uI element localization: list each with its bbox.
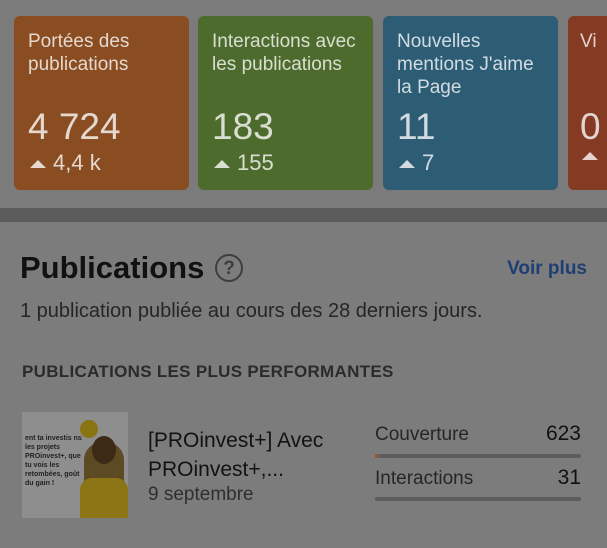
interactions-progress-bar [375,497,581,501]
arrow-up-icon [214,160,230,168]
card-label: Interactions avec les publications [212,31,356,75]
metric-label: Couverture [375,424,469,445]
metric-label: Interactions [375,468,474,489]
card-delta: 4,4 k [30,150,101,176]
coverage-progress-bar [375,454,581,458]
card-label: Portées des publications [28,31,130,75]
progress-fill [375,454,380,458]
card-delta: 155 [214,150,274,176]
metric-value: 623 [545,422,581,445]
post-thumbnail[interactable]: ent ta investis ns les projets PROinvest… [22,412,128,518]
card-label: Nouvelles mentions J'aime la Page [397,31,534,98]
metrics-header: Portées des publications 4 724 4,4 k Int… [0,0,607,208]
publications-section: Publications ? Voir plus 1 publication p… [0,222,607,548]
section-title: Publications [20,250,205,285]
arrow-up-icon [399,160,415,168]
section-subtitle: 1 publication publiée au cours des 28 de… [20,300,483,322]
card-value: 11 [397,106,436,147]
thumbnail-caption: ent ta investis ns les projets PROinvest… [25,435,82,487]
post-title[interactable]: [PROinvest+] Avec PROinvest+,... [148,426,358,484]
card-label: Vi [580,31,597,52]
interactions-card[interactable]: Interactions avec les publications 183 1… [198,16,373,190]
arrow-up-icon [582,152,598,160]
post-date: 9 septembre [148,484,254,505]
card-delta [582,150,605,160]
card-value: 183 [212,106,274,147]
person-head [92,436,116,464]
partial-card[interactable]: Vi 0 [568,16,607,190]
card-value: 0 [580,106,601,147]
see-more-link[interactable]: Voir plus [507,258,587,280]
reach-card[interactable]: Portées des publications 4 724 4,4 k [14,16,189,190]
top-posts-heading: PUBLICATIONS LES PLUS PERFORMANTES [22,362,394,381]
new-likes-card[interactable]: Nouvelles mentions J'aime la Page 11 7 [383,16,558,190]
arrow-up-icon [30,160,46,168]
section-divider [0,208,607,222]
card-value: 4 724 [28,106,121,147]
metric-value: 31 [557,466,581,489]
help-icon[interactable]: ? [215,254,243,282]
person-shirt [80,478,128,518]
card-delta: 7 [399,150,434,176]
